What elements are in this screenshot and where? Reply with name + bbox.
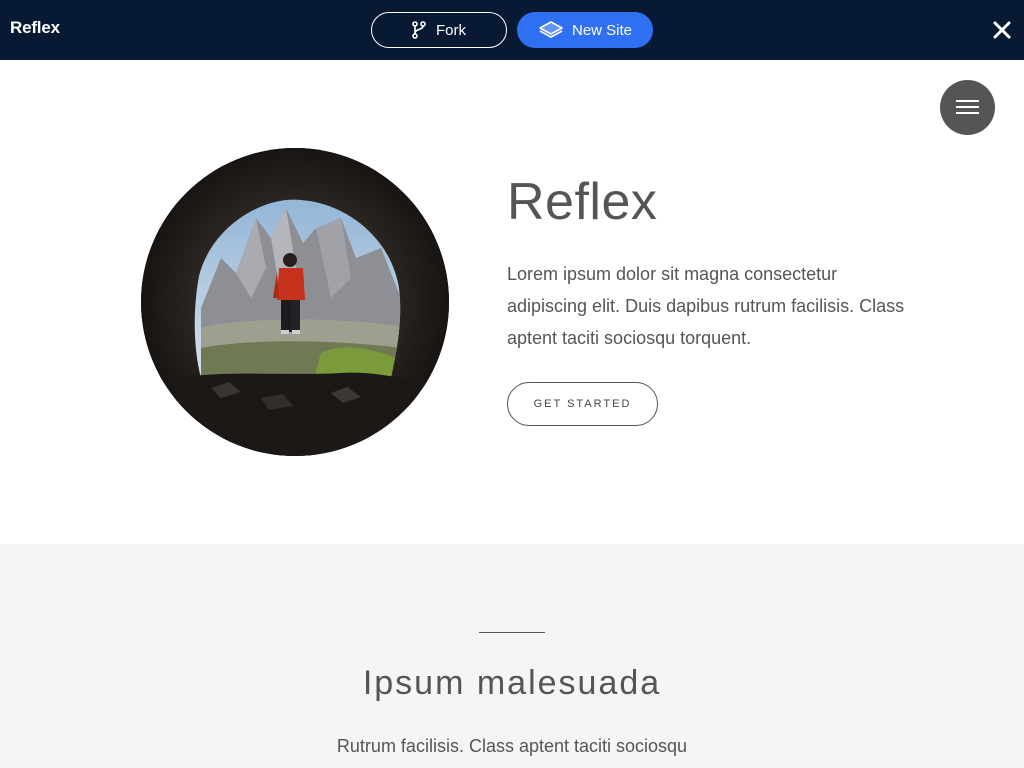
hero-image (141, 148, 449, 456)
top-bar: Reflex Fork New Site (0, 0, 1024, 60)
get-started-button[interactable]: GET STARTED (507, 382, 658, 426)
close-icon[interactable] (990, 18, 1014, 42)
new-site-button[interactable]: New Site (517, 12, 653, 48)
menu-line (956, 106, 979, 108)
fork-label: Fork (436, 21, 466, 39)
section-divider (479, 632, 545, 633)
new-site-label: New Site (571, 21, 633, 39)
layers-icon (538, 20, 572, 40)
brand-name: Reflex (10, 18, 60, 37)
section-text: Rutrum facilisis. Class aptent taciti so… (336, 736, 688, 756)
hero-description: Lorem ipsum dolor sit magna consectetur … (507, 264, 905, 348)
git-fork-icon (412, 21, 436, 39)
menu-line (956, 100, 979, 102)
intro-section: Ipsum malesuada Rutrum facilisis. Class … (0, 544, 1024, 768)
menu-line (956, 112, 979, 114)
section-title: Ipsum malesuada (362, 664, 662, 702)
fork-button[interactable]: Fork (371, 12, 507, 48)
hero-title: Reflex (507, 173, 658, 231)
hamburger-icon[interactable] (940, 80, 995, 135)
